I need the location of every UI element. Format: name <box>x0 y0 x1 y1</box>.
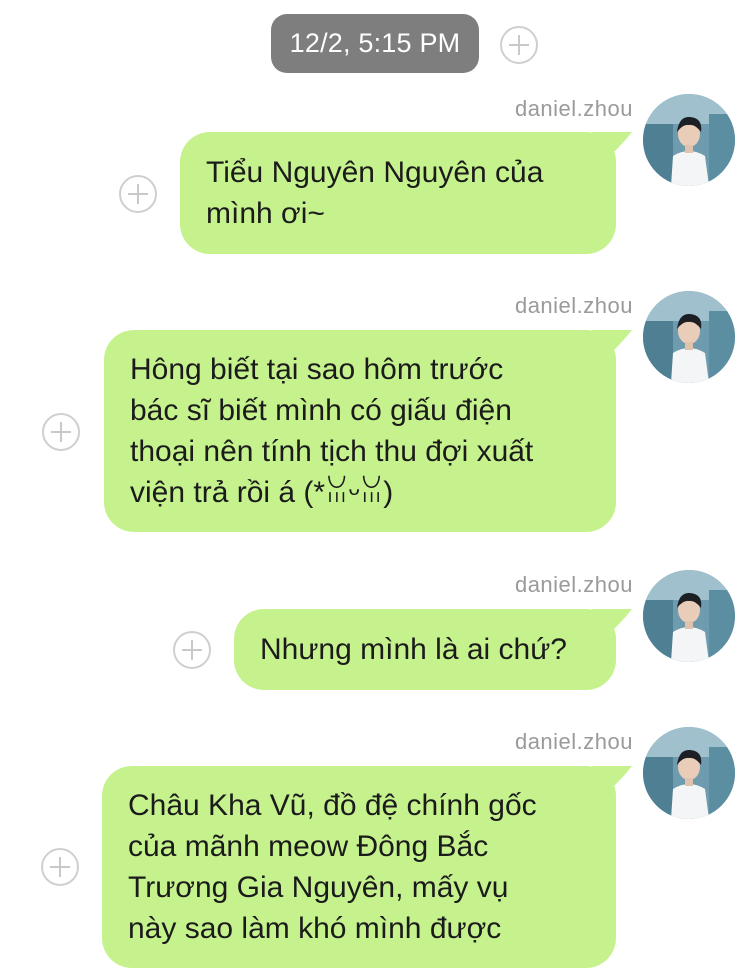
avatar[interactable] <box>643 94 735 186</box>
message-text: Nhưng mình là ai chứ? <box>260 633 567 666</box>
plus-circle-icon[interactable] <box>173 631 211 669</box>
bubble-tail <box>592 330 632 364</box>
message-text: Tiểu Nguyên Nguyên của mình ơi~ <box>206 156 544 230</box>
avatar-photo <box>643 727 735 819</box>
sender-name: daniel.zhou <box>514 572 633 597</box>
chat-screen: 12/2, 5:15 PM daniel.zhou Tiểu Nguyên Ng… <box>0 0 750 976</box>
timestamp-text: 12/2, 5:15 PM <box>289 28 461 58</box>
sender-name: daniel.zhou <box>514 96 633 121</box>
avatar[interactable] <box>643 291 735 383</box>
avatar-photo <box>643 94 735 186</box>
avatar[interactable] <box>643 570 735 662</box>
avatar-photo <box>643 570 735 662</box>
message-bubble[interactable]: Hông biết tại sao hôm trước bác sĩ biết … <box>104 330 632 532</box>
message-text: Châu Kha Vũ, đồ đệ chính gốc của mãnh me… <box>128 789 537 945</box>
message-text: Hông biết tại sao hôm trước bác sĩ biết … <box>130 353 534 509</box>
timestamp-pill: 12/2, 5:15 PM <box>271 14 479 73</box>
plus-circle-icon[interactable] <box>42 413 80 451</box>
sender-name: daniel.zhou <box>514 729 633 754</box>
plus-circle-icon[interactable] <box>500 26 538 64</box>
avatar[interactable] <box>643 727 735 819</box>
avatar-photo <box>643 291 735 383</box>
plus-circle-icon[interactable] <box>119 175 157 213</box>
bubble-tail <box>592 609 632 643</box>
bubble-tail <box>592 132 632 166</box>
bubble-tail <box>592 766 632 800</box>
plus-circle-icon[interactable] <box>41 848 79 886</box>
message-bubble[interactable]: Nhưng mình là ai chứ? <box>234 609 632 690</box>
sender-name: daniel.zhou <box>514 293 633 318</box>
message-bubble[interactable]: Châu Kha Vũ, đồ đệ chính gốc của mãnh me… <box>102 766 632 968</box>
message-bubble[interactable]: Tiểu Nguyên Nguyên của mình ơi~ <box>180 132 632 254</box>
